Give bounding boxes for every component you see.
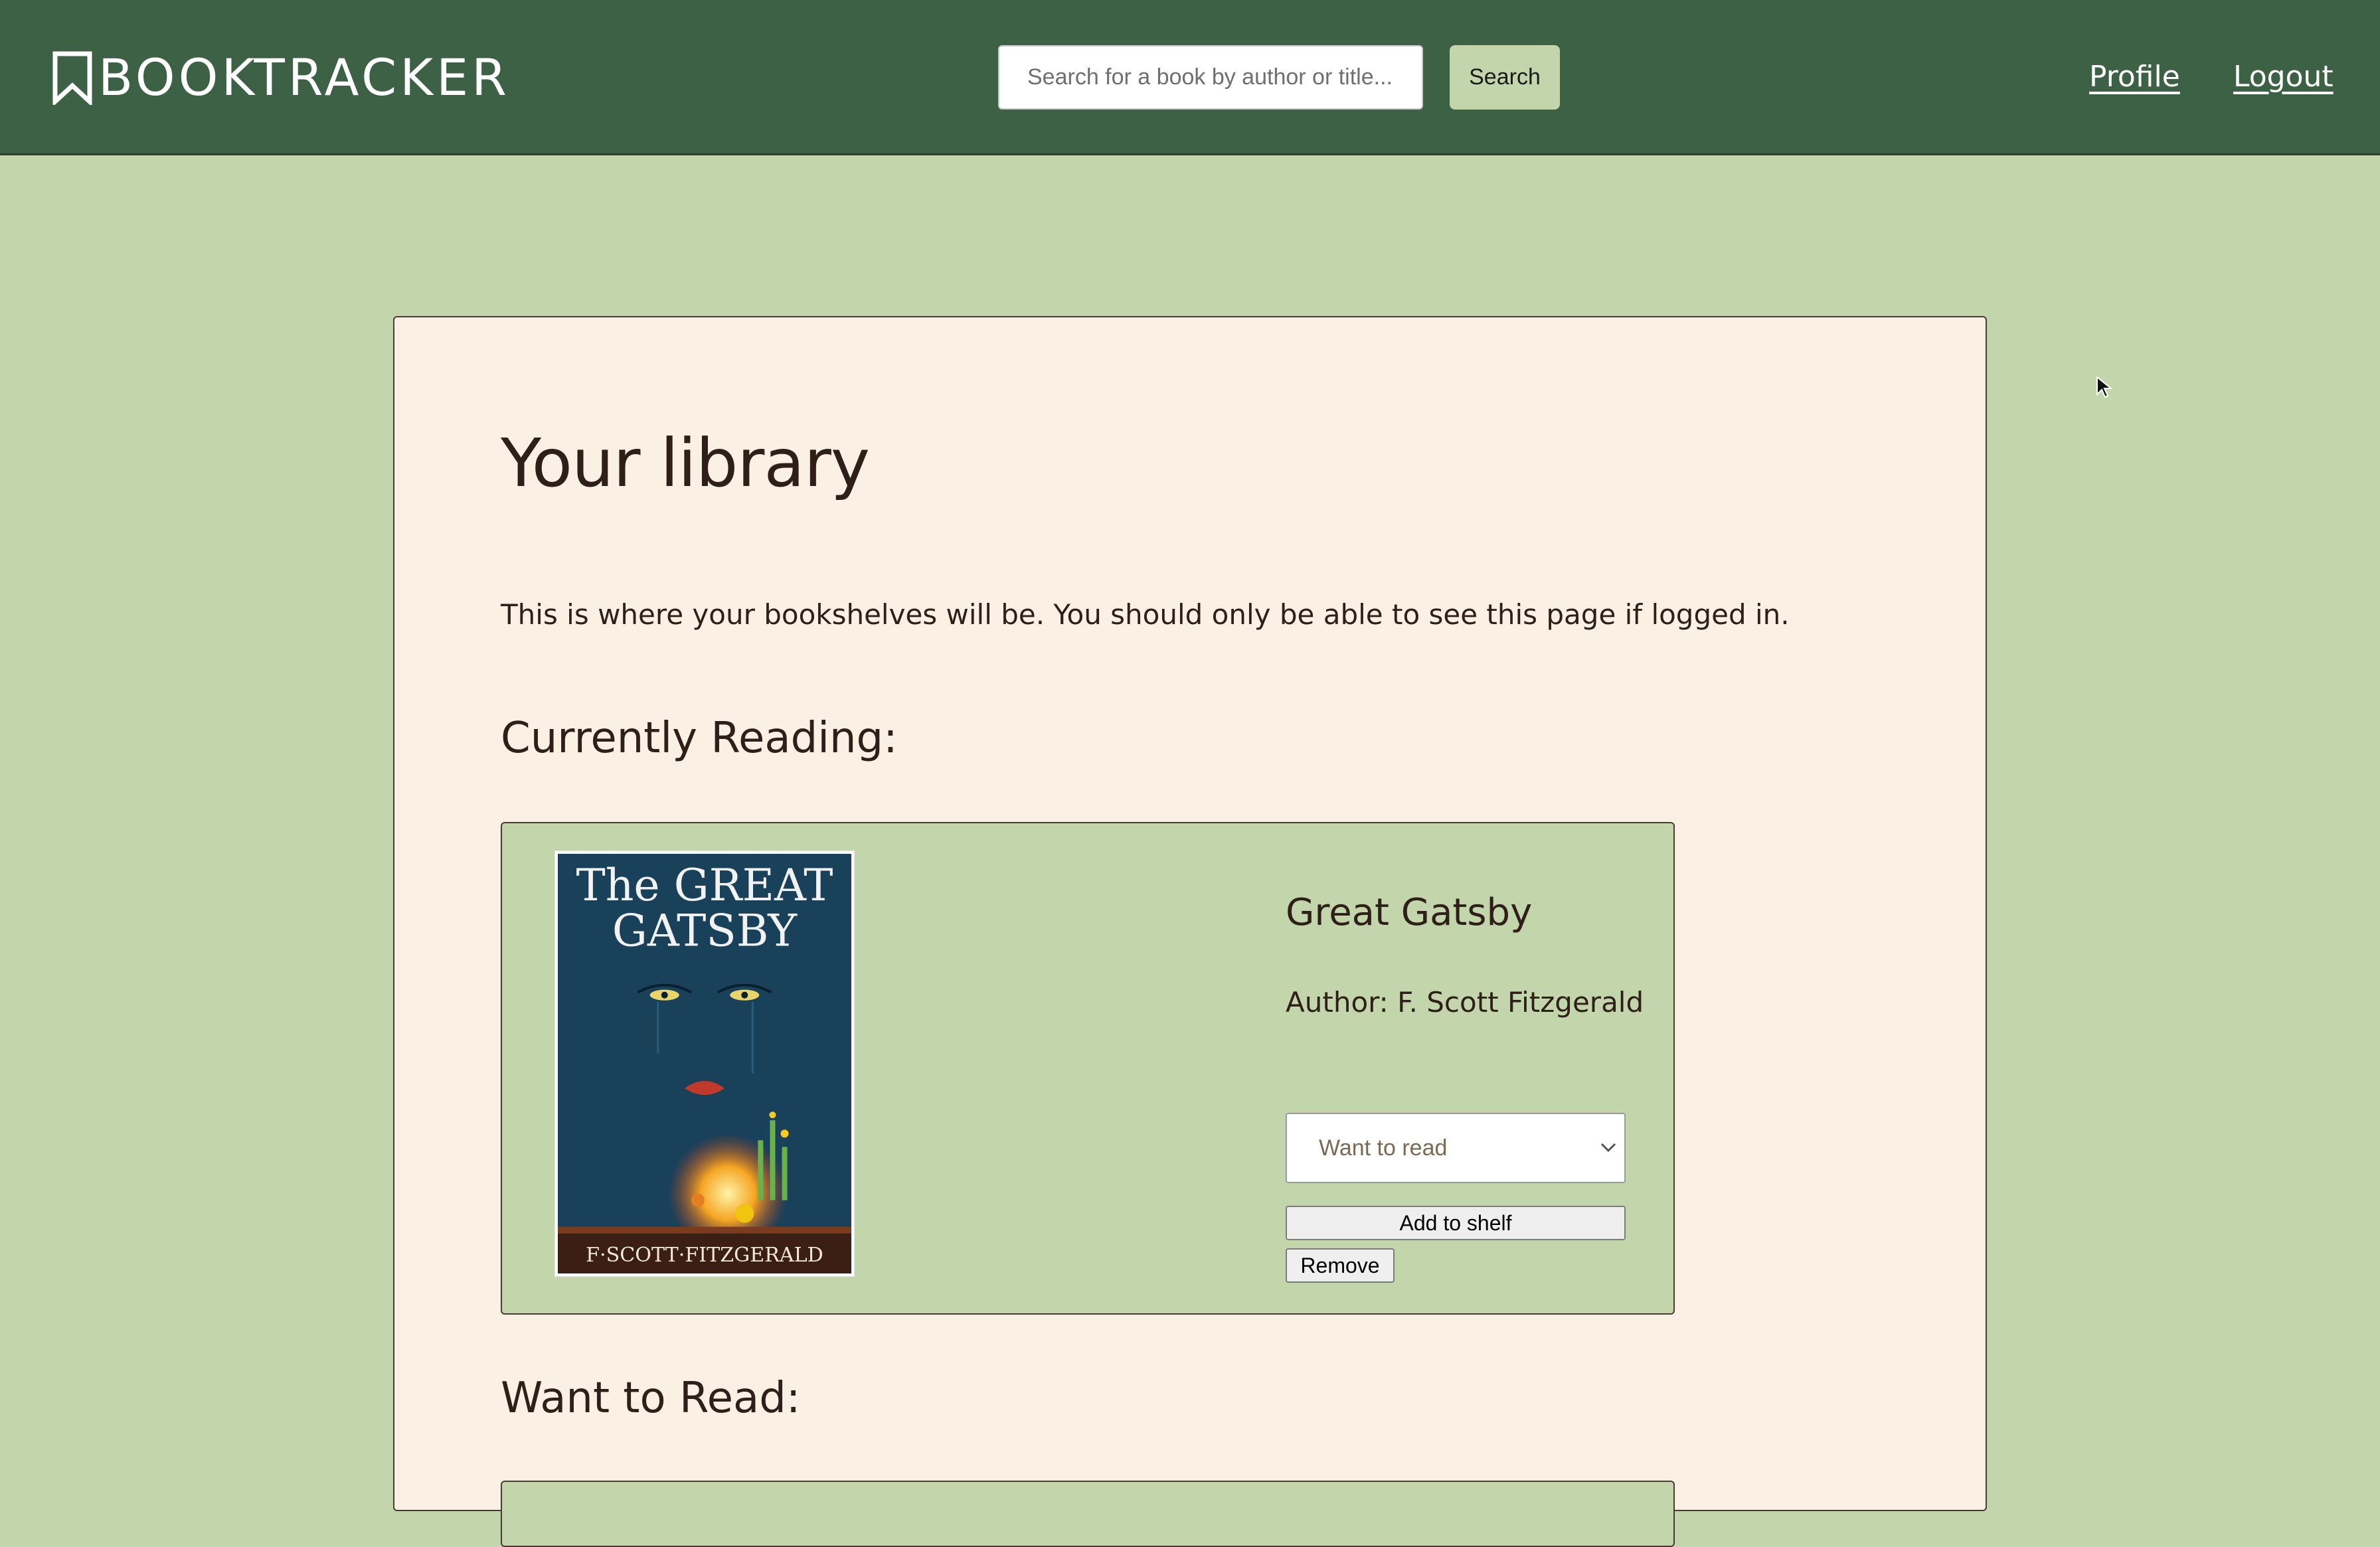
book-title: Great Gatsby xyxy=(1286,891,1533,934)
top-navbar: BOOKTRACKER Search Profile Logout xyxy=(0,0,2380,155)
library-panel: Your library This is where your bookshel… xyxy=(393,316,1987,1547)
cover-title-line1: The GREAT xyxy=(576,860,833,911)
library-intro-text: This is where your bookshelves will be. … xyxy=(501,598,1790,631)
search-input[interactable] xyxy=(998,45,1423,110)
chevron-down-icon xyxy=(1599,1141,1618,1157)
brand-logo[interactable]: BOOKTRACKER xyxy=(52,50,510,105)
brand-name: BOOKTRACKER xyxy=(98,48,510,107)
shelf-select[interactable]: Want to read xyxy=(1286,1113,1626,1183)
book-author: Author: F. Scott Fitzgerald xyxy=(1286,986,1644,1018)
want-to-read-heading: Want to Read: xyxy=(501,1374,801,1423)
shelf-select-value: Want to read xyxy=(1319,1135,1448,1161)
book-cover-image[interactable]: The GREAT GATSBY F·SCOTT·FITZGERALD xyxy=(555,851,854,1276)
book-card: The GREAT GATSBY F·SCOTT·FITZGERALD Grea… xyxy=(501,822,1675,1315)
mouse-cursor-icon xyxy=(2096,375,2113,402)
logout-link[interactable]: Logout xyxy=(2233,57,2334,97)
book-card xyxy=(501,1481,1675,1547)
cover-author: F·SCOTT·FITZGERALD xyxy=(586,1244,823,1267)
currently-reading-heading: Currently Reading: xyxy=(501,714,898,763)
profile-link[interactable]: Profile xyxy=(2089,57,2180,97)
add-to-shelf-button[interactable]: Add to shelf xyxy=(1286,1206,1626,1240)
cover-title-line2: GATSBY xyxy=(612,905,798,956)
page-title: Your library xyxy=(501,424,870,502)
bookmark-icon xyxy=(52,50,93,105)
search-button[interactable]: Search xyxy=(1450,45,1560,110)
remove-button[interactable]: Remove xyxy=(1286,1248,1395,1283)
